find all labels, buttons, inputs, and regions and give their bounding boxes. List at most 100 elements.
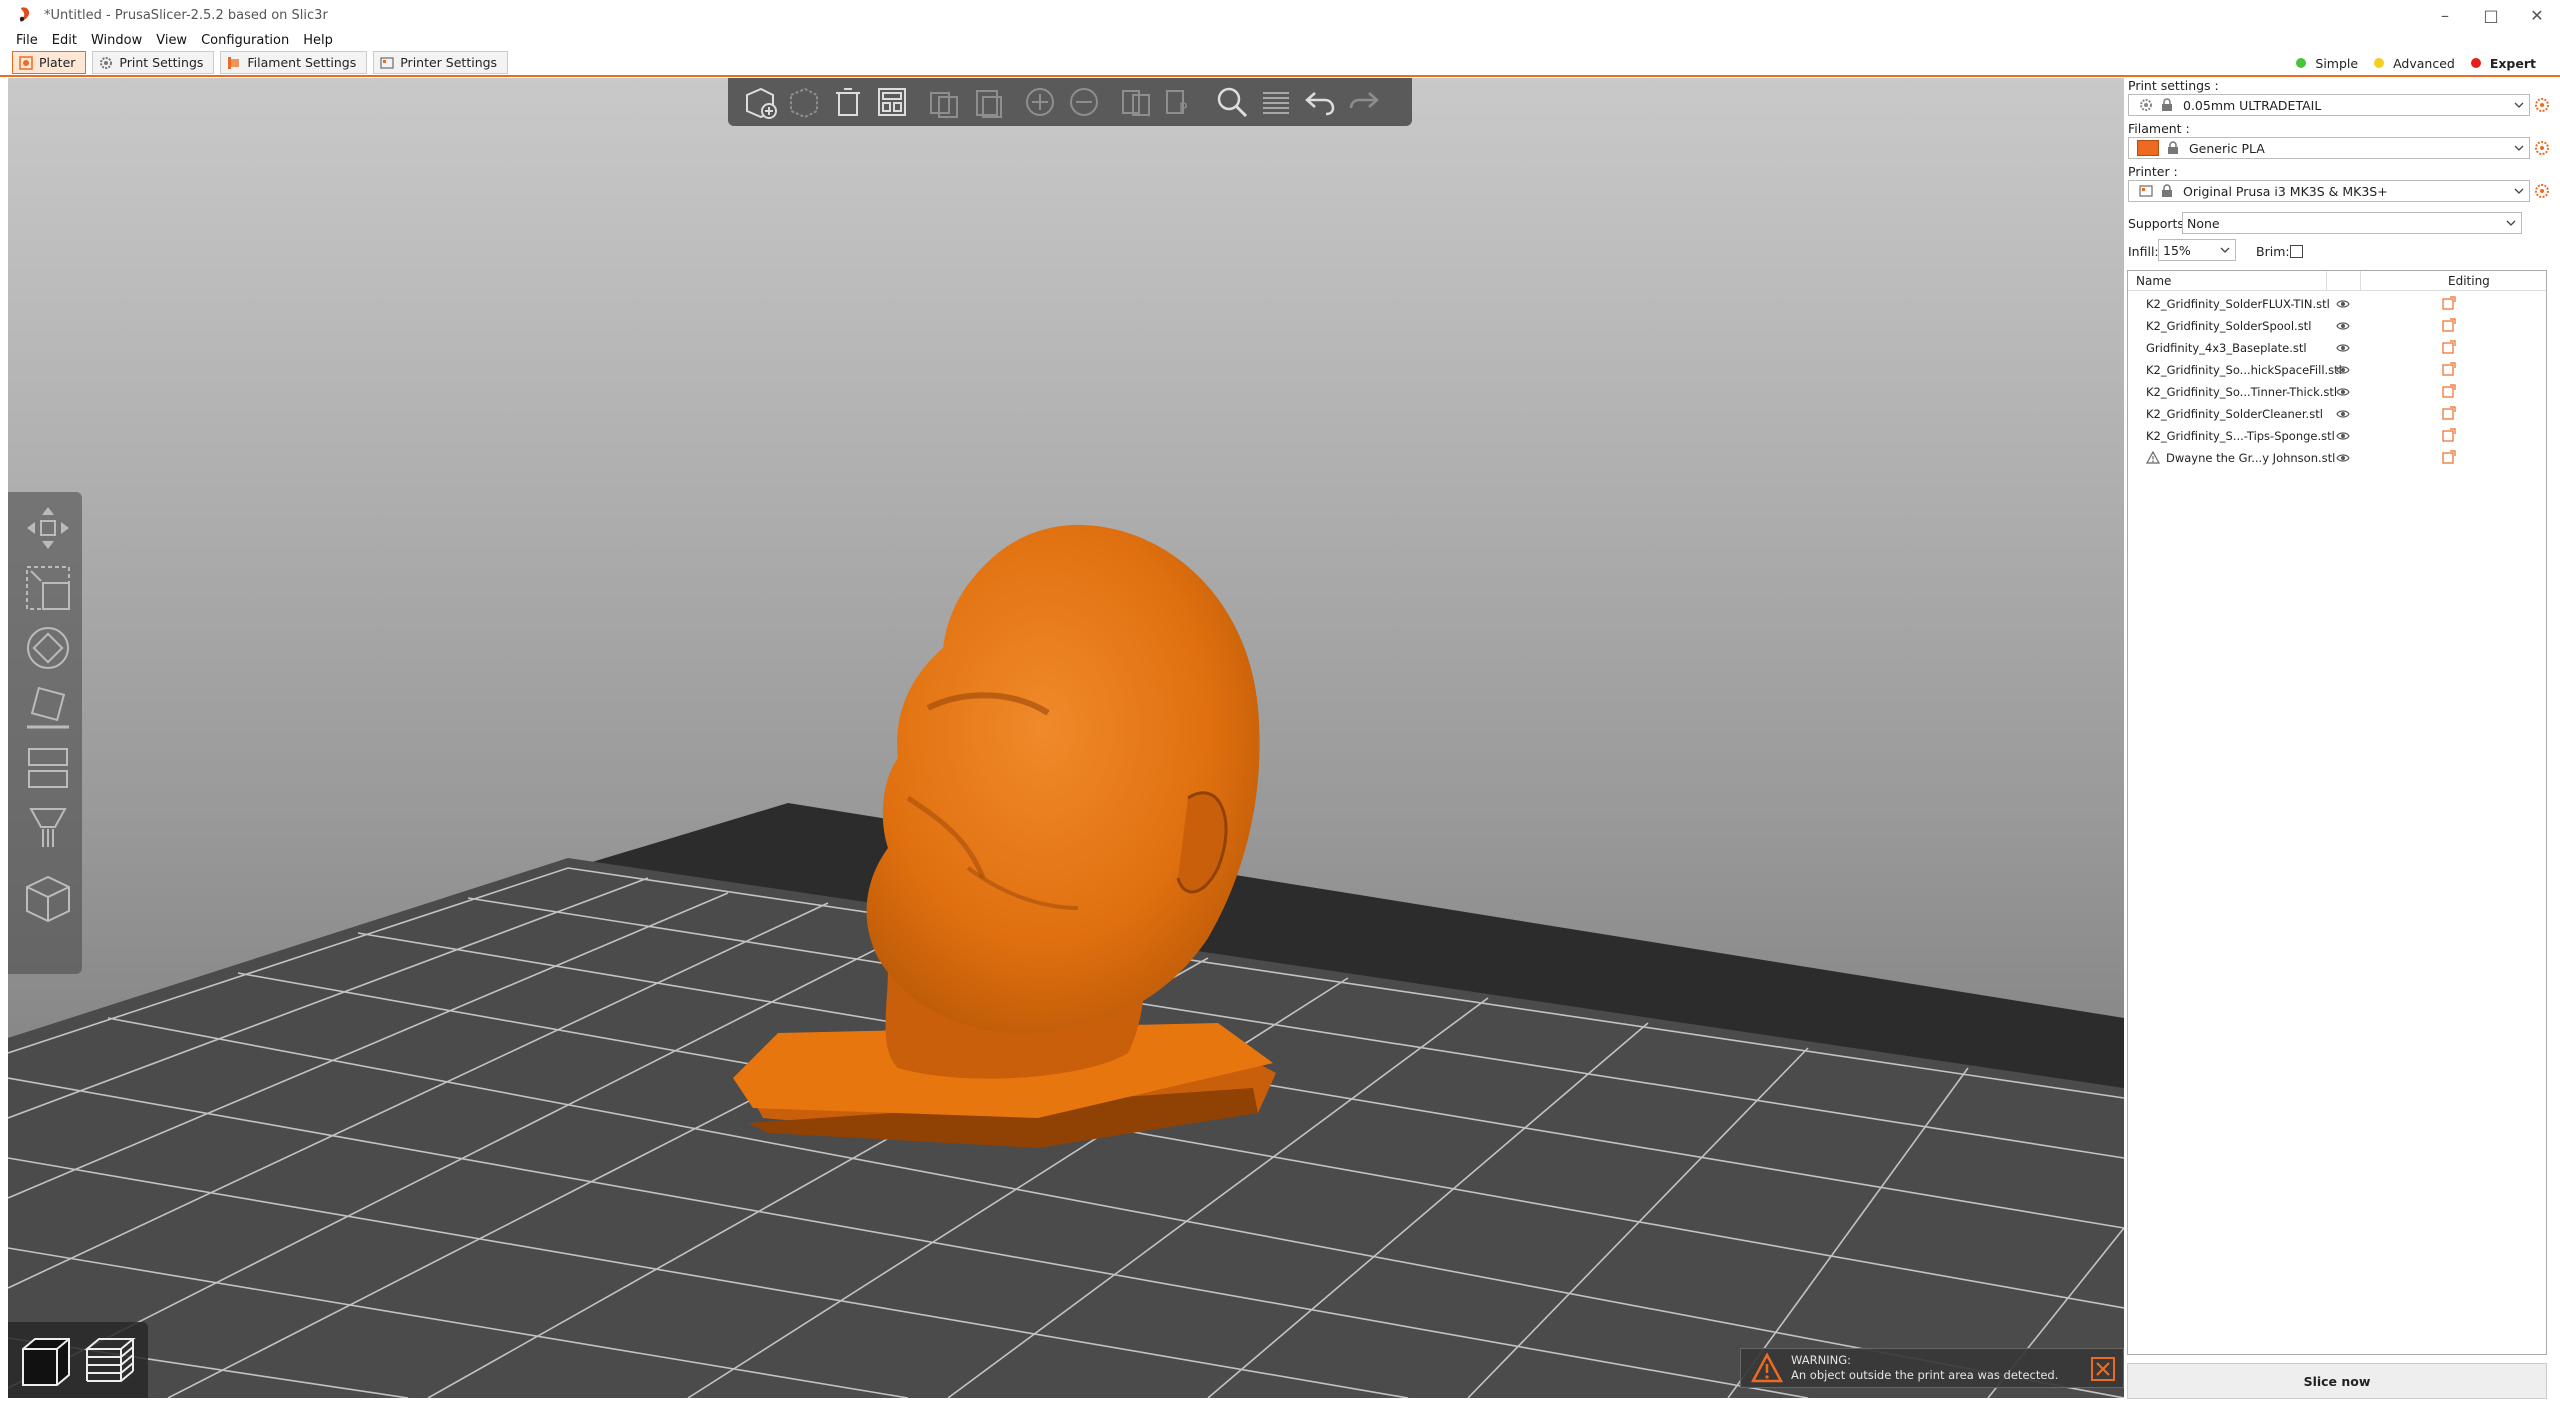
warning-close-button[interactable]: [2091, 1357, 2115, 1381]
delete-object-button[interactable]: [782, 80, 826, 124]
chevron-down-icon: [2514, 188, 2524, 194]
tab-filament-settings-label: Filament Settings: [247, 55, 357, 70]
add-instance-button[interactable]: [1018, 80, 1062, 124]
arrange-icon: [878, 88, 906, 116]
infill-combo[interactable]: 15%: [2158, 239, 2236, 261]
column-editing-header[interactable]: Editing: [2448, 274, 2490, 288]
menu-file[interactable]: File: [16, 33, 38, 48]
eye-icon[interactable]: [2336, 451, 2350, 465]
tab-print-settings-label: Print Settings: [119, 55, 204, 70]
paint-supports-tool-button[interactable]: [18, 798, 78, 858]
split-parts-button[interactable]: P: [1158, 80, 1202, 124]
eye-icon[interactable]: [2336, 341, 2350, 355]
mode-expert-label: Expert: [2489, 55, 2536, 71]
list-item[interactable]: Gridfinity_4x3_Baseplate.stl: [2128, 337, 2546, 359]
plater-toolbar: P: [728, 78, 1412, 126]
undo-button[interactable]: [1298, 80, 1342, 124]
rotate-icon: [27, 627, 69, 669]
eye-icon[interactable]: [2336, 319, 2350, 333]
tab-plater[interactable]: Plater: [12, 51, 87, 74]
add-object-button[interactable]: [738, 80, 782, 124]
brim-checkbox[interactable]: [2290, 245, 2303, 258]
3d-viewport[interactable]: P WARNING: An object outside the print a…: [8, 78, 2124, 1398]
column-name-header[interactable]: Name: [2136, 274, 2171, 288]
edit-settings-icon[interactable]: [2442, 340, 2456, 354]
preview-button[interactable]: [78, 1328, 142, 1392]
tab-filament-settings[interactable]: Filament Settings: [220, 51, 368, 74]
window-title: *Untitled - PrusaSlicer-2.5.2 based on S…: [44, 7, 328, 23]
scale-tool-button[interactable]: [18, 558, 78, 618]
minimize-button[interactable]: –: [2422, 0, 2468, 30]
tab-printer-settings[interactable]: Printer Settings: [373, 51, 509, 74]
eye-icon[interactable]: [2336, 297, 2350, 311]
menu-help[interactable]: Help: [303, 33, 333, 48]
mode-selector: Simple Advanced Expert: [2288, 52, 2544, 74]
eye-icon[interactable]: [2336, 429, 2350, 443]
copy-button[interactable]: [922, 80, 966, 124]
view-cube-button[interactable]: [18, 868, 78, 928]
object-name: K2_Gridfinity_So...Tinner-Thick.stl: [2146, 385, 2338, 399]
delete-all-button[interactable]: [826, 80, 870, 124]
edit-settings-icon[interactable]: [2442, 318, 2456, 332]
menu-configuration[interactable]: Configuration: [201, 33, 289, 48]
eye-icon[interactable]: [2336, 363, 2350, 377]
edit-settings-icon[interactable]: [2442, 362, 2456, 376]
spool-icon: [228, 56, 240, 69]
paste-icon: [976, 90, 1002, 118]
edit-settings-icon[interactable]: [2442, 428, 2456, 442]
list-item[interactable]: K2_Gridfinity_SolderFLUX-TIN.stl: [2128, 293, 2546, 315]
eye-icon[interactable]: [2336, 407, 2350, 421]
close-window-button[interactable]: ✕: [2514, 0, 2560, 30]
edit-printer-preset-icon[interactable]: [2534, 183, 2550, 199]
edit-settings-icon[interactable]: [2442, 406, 2456, 420]
mode-simple[interactable]: Simple: [2288, 52, 2366, 74]
list-item[interactable]: K2_Gridfinity_SolderCleaner.stl: [2128, 403, 2546, 425]
printer-combo[interactable]: Original Prusa i3 MK3S & MK3S+: [2128, 180, 2530, 202]
menu-window[interactable]: Window: [91, 33, 142, 48]
list-item[interactable]: K2_Gridfinity_So...hickSpaceFill.stl: [2128, 359, 2546, 381]
filament-value: Generic PLA: [2189, 140, 2265, 156]
redo-button[interactable]: [1342, 80, 1386, 124]
remove-instance-button[interactable]: [1062, 80, 1106, 124]
list-item[interactable]: K2_Gridfinity_So...Tinner-Thick.stl: [2128, 381, 2546, 403]
arrange-button[interactable]: [870, 80, 914, 124]
printer-value: Original Prusa i3 MK3S & MK3S+: [2183, 183, 2388, 199]
mode-advanced-dot: [2374, 58, 2385, 68]
menu-view[interactable]: View: [156, 33, 187, 48]
list-item[interactable]: Dwayne the Gr...y Johnson.stl: [2128, 447, 2546, 469]
edit-settings-icon[interactable]: [2442, 450, 2456, 464]
cut-tool-button[interactable]: [18, 738, 78, 798]
eye-icon[interactable]: [2336, 385, 2350, 399]
supports-combo[interactable]: None: [2182, 212, 2522, 234]
edit-print-preset-icon[interactable]: [2534, 97, 2550, 113]
edit-settings-icon[interactable]: [2442, 384, 2456, 398]
list-item[interactable]: K2_Gridfinity_SolderSpool.stl: [2128, 315, 2546, 337]
paste-button[interactable]: [966, 80, 1010, 124]
search-button[interactable]: [1210, 80, 1254, 124]
mode-advanced[interactable]: Advanced: [2366, 52, 2463, 74]
chevron-down-icon: [2514, 102, 2524, 108]
object-name: Gridfinity_4x3_Baseplate.stl: [2146, 341, 2307, 355]
print-settings-combo[interactable]: 0.05mm ULTRADETAIL: [2128, 94, 2530, 116]
edit-settings-icon[interactable]: [2442, 296, 2456, 310]
maximize-button[interactable]: □: [2468, 0, 2514, 30]
variable-layer-height-button[interactable]: [1254, 80, 1298, 124]
filament-combo[interactable]: Generic PLA: [2128, 137, 2530, 159]
place-on-face-icon: [27, 686, 69, 729]
split-objects-button[interactable]: [1114, 80, 1158, 124]
list-item[interactable]: K2_Gridfinity_S...-Tips-Sponge.stl: [2128, 425, 2546, 447]
edit-filament-preset-icon[interactable]: [2534, 140, 2550, 156]
trash-icon: [836, 88, 860, 116]
slice-now-button[interactable]: Slice now: [2127, 1363, 2547, 1399]
mode-simple-dot: [2296, 58, 2307, 68]
move-tool-button[interactable]: [18, 498, 78, 558]
tab-print-settings[interactable]: Print Settings: [92, 51, 215, 74]
mode-expert[interactable]: Expert: [2463, 52, 2544, 74]
place-on-face-tool-button[interactable]: [18, 678, 78, 738]
warning-notification: WARNING: An object outside the print are…: [1740, 1348, 2124, 1388]
menu-edit[interactable]: Edit: [52, 33, 77, 48]
3d-view-button[interactable]: [14, 1328, 78, 1392]
rotate-tool-button[interactable]: [18, 618, 78, 678]
filament-color-swatch[interactable]: [2137, 140, 2159, 156]
close-icon: [2096, 1362, 2110, 1376]
